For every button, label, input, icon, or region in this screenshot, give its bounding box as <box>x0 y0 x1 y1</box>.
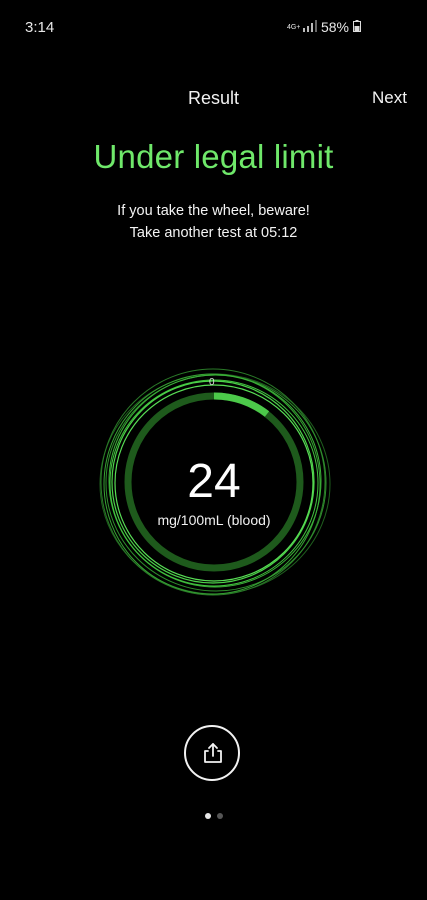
status-time: 3:14 <box>25 19 55 36</box>
battery-percent: 58% <box>320 19 349 35</box>
share-button[interactable] <box>184 725 240 781</box>
battery-icon <box>353 19 361 35</box>
bac-value: 24 <box>187 455 241 508</box>
result-message: If you take the wheel, beware! Take anot… <box>0 200 427 244</box>
retest-time-text: Take another test at 05:12 <box>129 225 298 241</box>
bac-gauge: 0 24 mg/100mL (blood) <box>86 362 342 602</box>
gauge-zero-label: 0 <box>209 377 215 388</box>
page-dot-1[interactable] <box>204 813 211 819</box>
page-title: Result <box>187 88 240 108</box>
warning-text: If you take the wheel, beware! <box>117 203 310 219</box>
network-type: 4G+ <box>286 23 301 31</box>
page-dot-2[interactable] <box>216 813 223 819</box>
signal-icon <box>302 19 317 35</box>
status-indicators: 4G+ 58% <box>287 19 361 35</box>
bac-unit: mg/100mL (blood) <box>157 512 271 528</box>
status-bar: 3:14 4G+ 58% <box>0 0 427 56</box>
share-icon <box>204 743 222 763</box>
next-button[interactable]: Next <box>372 88 407 108</box>
top-app-bar: Result Next <box>0 84 427 114</box>
result-heading: Under legal limit <box>93 138 334 175</box>
page-indicator <box>0 813 427 819</box>
